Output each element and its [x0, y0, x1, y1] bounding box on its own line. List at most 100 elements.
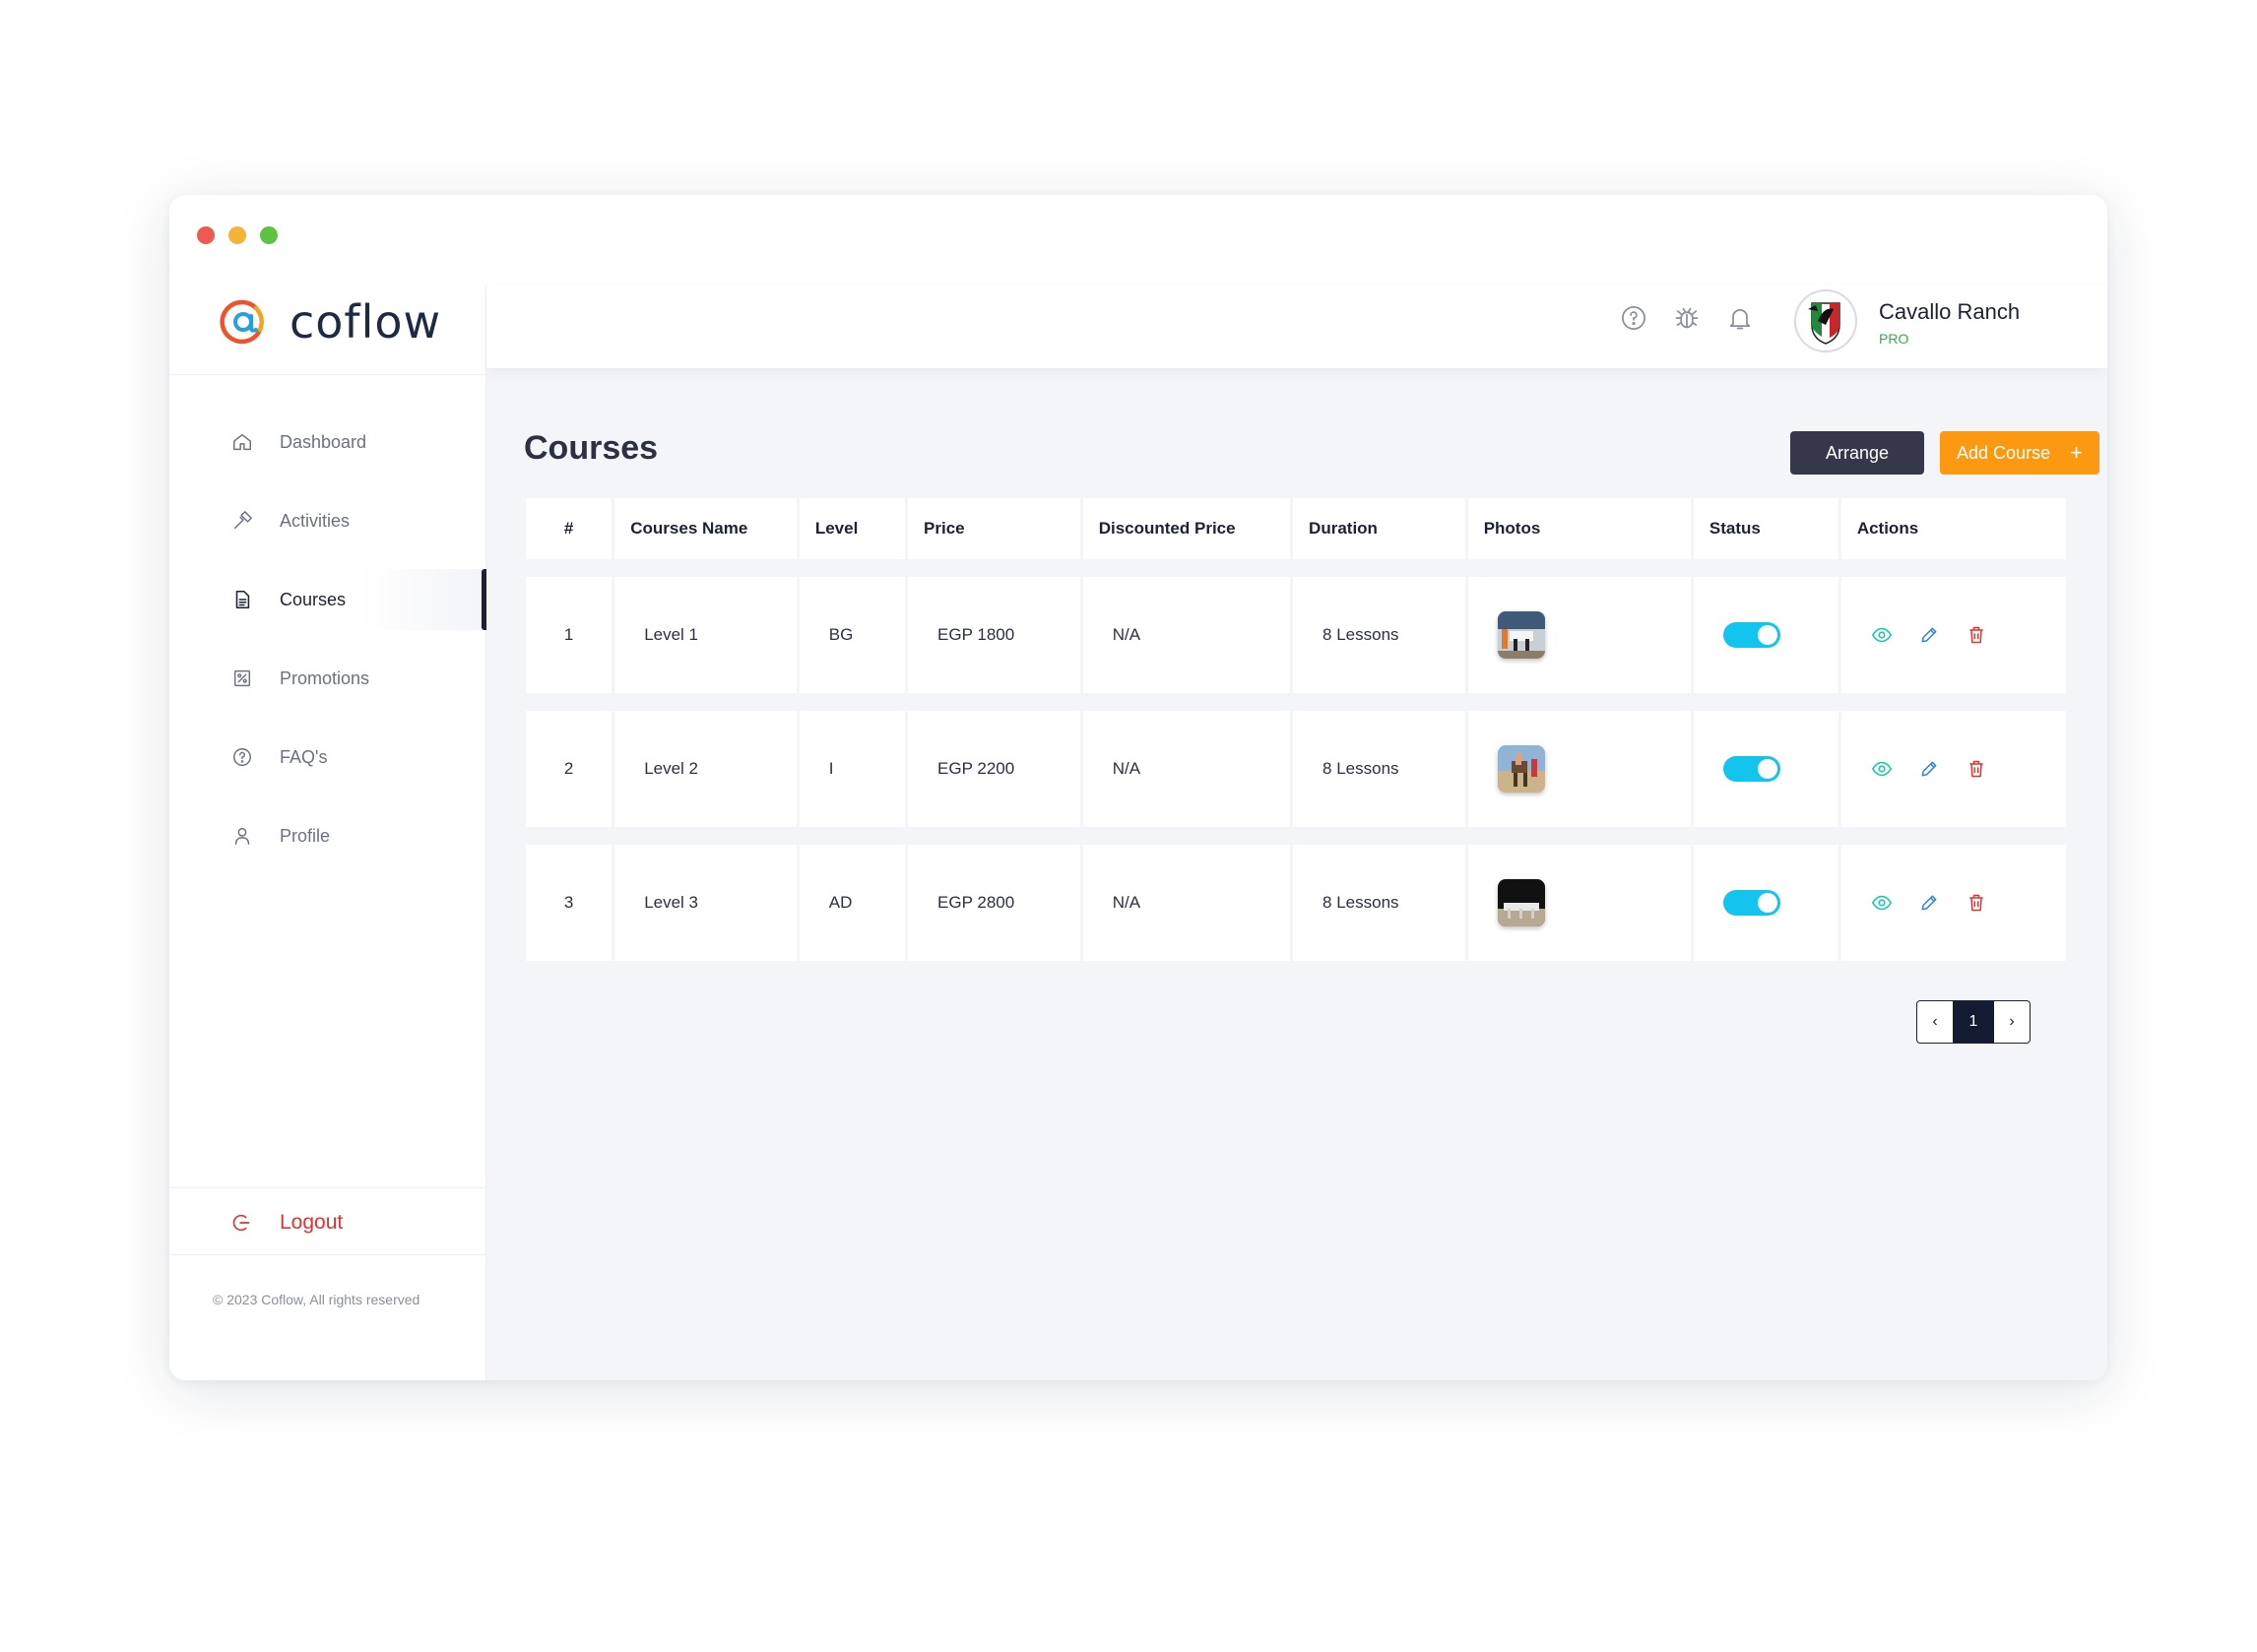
maximize-window-button[interactable] [260, 226, 278, 244]
app-window: coflow Dashboard Activities Courses Prom… [169, 195, 2107, 1380]
column-header[interactable]: Courses Name [614, 498, 797, 559]
main-content: Courses Arrange Add Course + # Courses N… [486, 368, 2107, 1380]
divider [169, 1187, 486, 1188]
logo[interactable]: coflow [217, 295, 441, 349]
view-icon[interactable] [1871, 758, 1893, 780]
arrange-button[interactable]: Arrange [1790, 431, 1924, 475]
column-header: Photos [1467, 498, 1691, 559]
course-price: EGP 1800 [908, 577, 1080, 693]
column-header[interactable]: Discounted Price [1082, 498, 1291, 559]
status-toggle[interactable] [1722, 890, 1780, 916]
edit-icon[interactable] [1918, 892, 1940, 914]
row-number: 3 [526, 845, 613, 961]
sidebar-item-label: Dashboard [280, 431, 367, 452]
actions-cell [1840, 577, 2066, 693]
hammer-icon [230, 509, 254, 533]
course-name: Level 3 [614, 845, 797, 961]
column-header[interactable]: # [526, 498, 613, 559]
logout-label: Logout [280, 1211, 344, 1234]
sidebar-item-courses[interactable]: Courses [169, 569, 486, 630]
page-button-current[interactable]: 1 [1953, 1001, 1994, 1043]
view-icon[interactable] [1871, 892, 1893, 914]
topbar: Cavallo Ranch PRO [486, 286, 2107, 368]
course-photos [1467, 845, 1691, 961]
help-circle-icon [230, 745, 254, 769]
course-photo-thumbnail[interactable] [1497, 879, 1545, 926]
status-cell [1693, 845, 1838, 961]
sidebar-item-faqs[interactable]: FAQ's [169, 727, 486, 788]
view-icon[interactable] [1871, 624, 1893, 646]
logout-icon [230, 1211, 254, 1235]
sidebar-item-label: Promotions [280, 667, 370, 688]
logout-button[interactable]: Logout [230, 1211, 343, 1235]
course-name: Level 2 [614, 711, 797, 827]
course-level: BG [799, 577, 906, 693]
avatar[interactable] [1794, 289, 1857, 352]
bug-icon[interactable] [1672, 303, 1702, 333]
coflow-logo-icon [220, 299, 264, 345]
table-header: # Courses Name Level Price Discounted Pr… [526, 498, 2067, 559]
page-title: Courses [524, 429, 659, 467]
delete-icon[interactable] [1966, 624, 1987, 646]
sidebar-nav: Dashboard Activities Courses Promotions [169, 412, 486, 884]
course-photos [1467, 711, 1691, 827]
course-duration: 8 Lessons [1293, 577, 1465, 693]
table-row[interactable]: 2 Level 2 I EGP 2200 N/A 8 Lessons [526, 711, 2066, 827]
sidebar-item-label: FAQ's [280, 746, 328, 767]
actions-cell [1840, 845, 2066, 961]
document-icon [230, 588, 254, 611]
column-header[interactable]: Price [908, 498, 1080, 559]
course-discounted-price: N/A [1082, 845, 1291, 961]
logo-divider [169, 374, 486, 375]
plus-icon: + [2070, 440, 2083, 465]
course-photos [1467, 577, 1691, 693]
course-discounted-price: N/A [1082, 577, 1291, 693]
column-header[interactable]: Level [799, 498, 906, 559]
window-controls [197, 226, 278, 244]
course-price: EGP 2800 [908, 845, 1080, 961]
course-discounted-price: N/A [1082, 711, 1291, 827]
help-circle-icon[interactable] [1619, 303, 1648, 333]
actions-cell [1840, 711, 2066, 827]
ranch-logo-icon [1808, 302, 1840, 345]
row-number: 1 [526, 577, 613, 693]
next-page-button[interactable]: › [1994, 1001, 2030, 1043]
table-row[interactable]: 3 Level 3 AD EGP 2800 N/A 8 Lessons [526, 845, 2066, 961]
sidebar-item-promotions[interactable]: Promotions [169, 648, 486, 709]
course-photo-thumbnail[interactable] [1497, 745, 1545, 793]
table-row[interactable]: 1 Level 1 BG EGP 1800 N/A 8 Lessons [526, 577, 2066, 693]
status-toggle[interactable] [1722, 756, 1780, 782]
edit-icon[interactable] [1918, 624, 1940, 646]
sidebar-item-activities[interactable]: Activities [169, 490, 486, 551]
course-price: EGP 2200 [908, 711, 1080, 827]
home-icon [230, 430, 254, 454]
sidebar-item-profile[interactable]: Profile [169, 805, 486, 866]
course-level: I [799, 711, 906, 827]
delete-icon[interactable] [1966, 892, 1987, 914]
course-photo-thumbnail[interactable] [1497, 611, 1545, 659]
bell-icon[interactable] [1725, 303, 1755, 333]
column-header[interactable]: Duration [1293, 498, 1465, 559]
percent-icon [230, 667, 254, 690]
copyright-text: © 2023 Coflow, All rights reserved [213, 1292, 420, 1307]
add-course-button[interactable]: Add Course + [1940, 431, 2099, 475]
close-window-button[interactable] [197, 226, 215, 244]
logo-text: coflow [290, 295, 442, 349]
course-duration: 8 Lessons [1293, 711, 1465, 827]
user-icon [230, 824, 254, 848]
column-header[interactable]: Status [1693, 498, 1838, 559]
course-name: Level 1 [614, 577, 797, 693]
status-toggle[interactable] [1722, 622, 1780, 648]
sidebar-item-label: Courses [280, 589, 347, 609]
edit-icon[interactable] [1918, 758, 1940, 780]
minimize-window-button[interactable] [228, 226, 246, 244]
topbar-icons [1619, 303, 1755, 333]
sidebar-item-dashboard[interactable]: Dashboard [169, 412, 486, 473]
add-course-label: Add Course [1957, 442, 2051, 463]
prev-page-button[interactable]: ‹ [1917, 1001, 1953, 1043]
course-duration: 8 Lessons [1293, 845, 1465, 961]
delete-icon[interactable] [1966, 758, 1987, 780]
status-cell [1693, 711, 1838, 827]
status-cell [1693, 577, 1838, 693]
user-name[interactable]: Cavallo Ranch [1879, 299, 2020, 325]
